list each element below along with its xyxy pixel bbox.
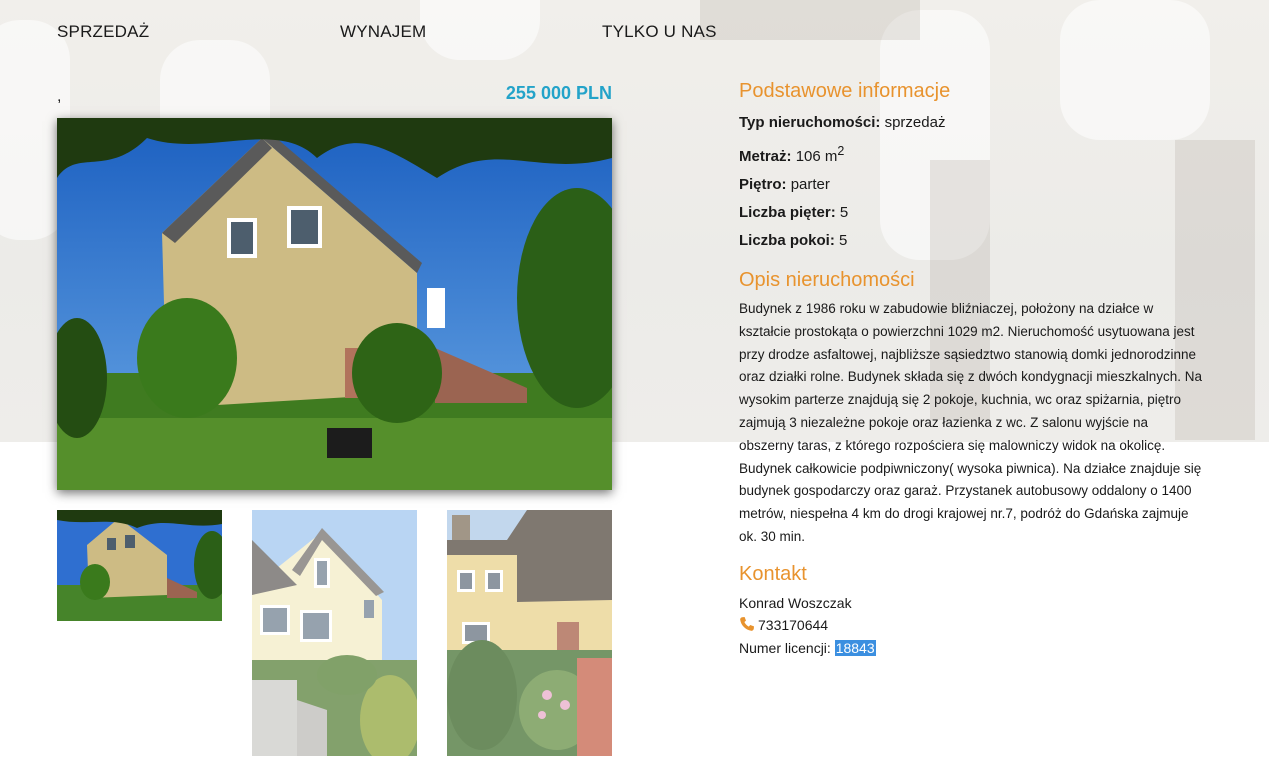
info-value: 5 bbox=[839, 232, 848, 249]
nav-item-sprzedaz[interactable]: SPRZEDAŻ bbox=[57, 22, 149, 42]
thumbnail-3[interactable] bbox=[447, 510, 612, 756]
info-value-sup: 2 bbox=[837, 144, 845, 158]
info-value: sprzedaż bbox=[884, 114, 946, 131]
info-row-floors: Liczba pięter: 5 bbox=[739, 199, 1209, 227]
nav-item-wynajem[interactable]: WYNAJEM bbox=[340, 22, 426, 42]
info-label: Metraż: bbox=[739, 148, 792, 165]
listing-price: 255 000 PLN bbox=[505, 83, 612, 103]
contact-name: Konrad Woszczak bbox=[739, 594, 852, 611]
info-row-area: Metraż: 106 m2 bbox=[739, 137, 1209, 171]
info-value: parter bbox=[790, 176, 830, 193]
info-row-type: Typ nieruchomości: sprzedaż bbox=[739, 109, 1209, 137]
phone-link[interactable]: 733170644 bbox=[758, 617, 828, 633]
info-label: Typ nieruchomości: bbox=[739, 114, 881, 131]
info-row-rooms: Liczba pokoi: 5 bbox=[739, 227, 1209, 255]
info-value: 106 m bbox=[795, 148, 838, 165]
info-label: Liczba pokoi: bbox=[739, 232, 835, 249]
basic-info-heading: Podstawowe informacje bbox=[739, 80, 951, 102]
info-value: 5 bbox=[839, 204, 849, 221]
listing-title: , bbox=[57, 88, 62, 105]
main-photo[interactable] bbox=[57, 118, 612, 490]
info-label: Liczba pięter: bbox=[739, 204, 836, 221]
description-text: Budynek z 1986 roku w zabudowie bliźniac… bbox=[739, 301, 1202, 544]
thumbnail-2[interactable] bbox=[252, 510, 417, 756]
main-nav: SPRZEDAŻ WYNAJEM TYLKO U NAS bbox=[57, 22, 757, 46]
license-line: Numer licencji: 18843 bbox=[739, 637, 1209, 660]
contact-phone: 733170644 bbox=[739, 614, 1209, 637]
property-info: Podstawowe informacje Typ nieruchomości:… bbox=[739, 80, 1209, 659]
description-heading: Opis nieruchomości bbox=[739, 269, 915, 291]
thumbnail-1[interactable] bbox=[57, 510, 222, 621]
license-number[interactable]: 18843 bbox=[834, 639, 876, 656]
license-label: Numer licencji: bbox=[739, 639, 831, 656]
info-label: Piętro: bbox=[739, 176, 787, 193]
info-row-floor: Piętro: parter bbox=[739, 171, 1209, 199]
contact-heading: Kontakt bbox=[739, 562, 807, 585]
phone-icon bbox=[739, 616, 755, 632]
nav-item-tylko-u-nas[interactable]: TYLKO U NAS bbox=[602, 22, 717, 42]
